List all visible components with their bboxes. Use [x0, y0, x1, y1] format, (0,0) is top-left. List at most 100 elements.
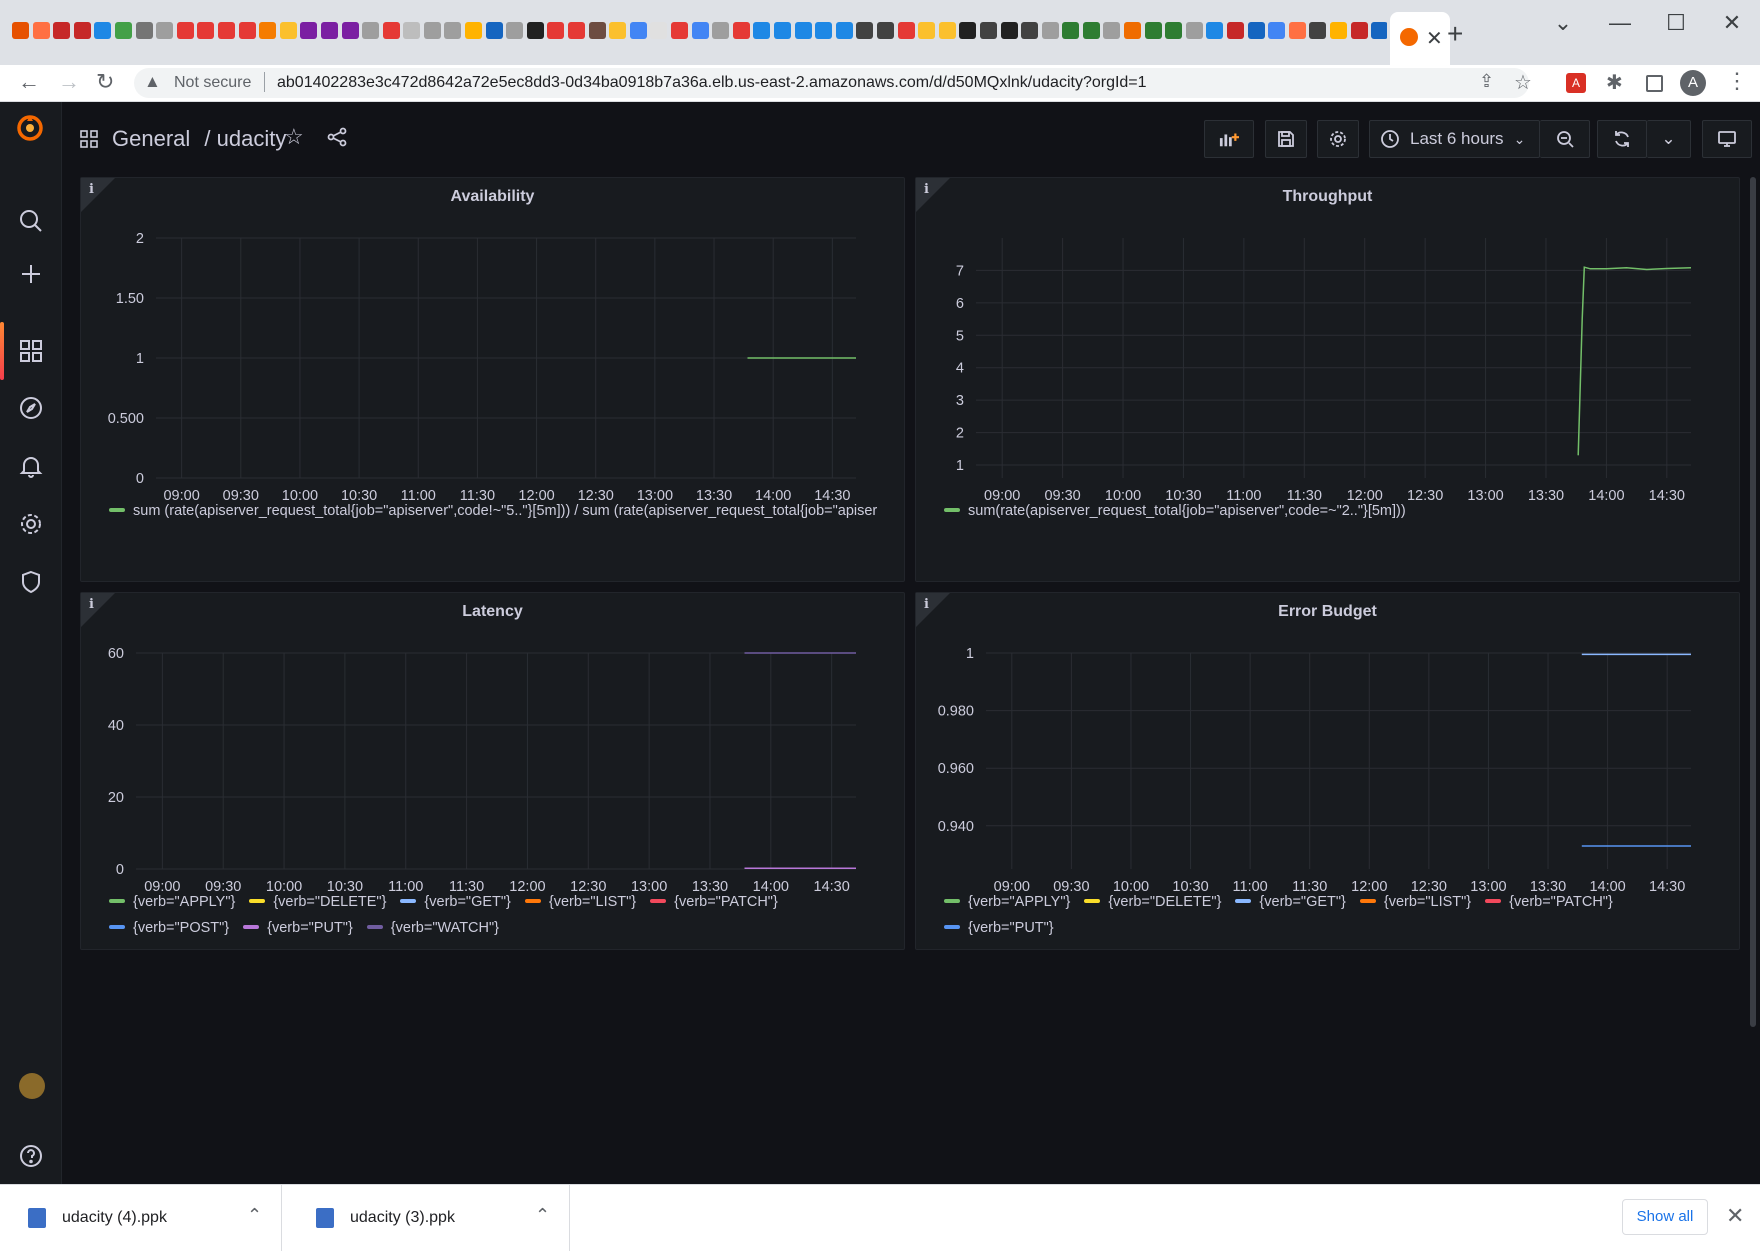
breadcrumb[interactable]: General / udacity: [112, 126, 286, 152]
legend-item[interactable]: {verb="DELETE"}: [1084, 889, 1221, 915]
search-icon[interactable]: [17, 207, 45, 235]
bookmark-favicon-icon[interactable]: [959, 22, 977, 40]
pdf-extension-icon[interactable]: A: [1566, 73, 1586, 93]
series-line[interactable]: [1577, 266, 1692, 456]
panel-availability[interactable]: i Availability 09:00 09:30 10:00 10:30 11:00…: [80, 177, 905, 582]
browser-menu-icon[interactable]: ⋮: [1726, 68, 1748, 93]
bookmark-favicon-icon[interactable]: [1309, 22, 1327, 40]
legend-item[interactable]: sum (rate(apiserver_request_total{job="a…: [109, 498, 877, 524]
bookmark-favicon-icon[interactable]: [94, 22, 112, 40]
bookmark-favicon-icon[interactable]: [794, 22, 812, 40]
bookmark-favicon-icon[interactable]: [114, 22, 132, 40]
bookmark-favicon-icon[interactable]: [506, 22, 524, 40]
bookmark-favicon-icon[interactable]: [526, 22, 544, 40]
save-dashboard-button[interactable]: [1265, 120, 1307, 158]
bookmark-favicon-icon[interactable]: [53, 22, 71, 40]
legend-item[interactable]: {verb="PATCH"}: [650, 889, 778, 915]
download-item[interactable]: udacity (4).ppk ⌃: [0, 1185, 282, 1251]
legend-item[interactable]: {verb="LIST"}: [524, 889, 636, 915]
legend-label[interactable]: {verb="LIST"}: [549, 894, 636, 910]
page-scrollbar[interactable]: [1750, 177, 1756, 1027]
bookmark-favicon-icon[interactable]: [1103, 22, 1121, 40]
legend-label[interactable]: {verb="APPLY"}: [968, 894, 1070, 910]
forward-icon[interactable]: →: [58, 69, 80, 95]
tab-search-chevron-icon[interactable]: ⌄: [1543, 10, 1583, 36]
bookmark-favicon-icon[interactable]: [938, 22, 956, 40]
download-filename[interactable]: udacity (4).ppk: [62, 1209, 167, 1227]
bookmark-favicon-icon[interactable]: [773, 22, 791, 40]
bookmark-favicon-icon[interactable]: [979, 22, 997, 40]
legend-item[interactable]: {verb="APPLY"}: [944, 889, 1070, 915]
bookmark-favicon-icon[interactable]: [732, 22, 750, 40]
mark-favorite-star-icon[interactable]: ☆: [284, 124, 304, 150]
bookmark-favicon-icon[interactable]: [1124, 22, 1142, 40]
window-close-button[interactable]: ✕: [1712, 10, 1752, 36]
new-tab-button[interactable]: +: [1447, 18, 1463, 50]
add-panel-button[interactable]: [1204, 120, 1254, 158]
user-avatar[interactable]: [19, 1073, 45, 1099]
bookmark-favicon-icon[interactable]: [1371, 22, 1387, 40]
legend-item[interactable]: {verb="GET"}: [400, 889, 511, 915]
bookmark-favicon-icon[interactable]: [403, 22, 421, 40]
configuration-gear-icon[interactable]: [17, 510, 45, 538]
maximize-button[interactable]: ☐: [1656, 10, 1696, 36]
bookmark-favicon-icon[interactable]: [485, 22, 503, 40]
bookmark-favicon-icon[interactable]: [423, 22, 441, 40]
legend-label[interactable]: {verb="LIST"}: [1384, 894, 1471, 910]
bookmark-favicon-icon[interactable]: [815, 22, 833, 40]
bookmark-favicon-icon[interactable]: [835, 22, 853, 40]
legend-label[interactable]: {verb="GET"}: [1259, 894, 1345, 910]
refresh-interval-dropdown[interactable]: ⌄: [1647, 120, 1691, 158]
breadcrumb-folder[interactable]: General: [112, 126, 190, 151]
bookmark-favicon-icon[interactable]: [176, 22, 194, 40]
legend-item[interactable]: sum(rate(apiserver_request_total{job="ap…: [944, 498, 1406, 524]
bookmark-favicon-icon[interactable]: [1021, 22, 1039, 40]
bookmark-favicon-icon[interactable]: [259, 22, 277, 40]
legend-item[interactable]: {verb="PUT"}: [243, 915, 353, 941]
legend-label[interactable]: {verb="WATCH"}: [391, 920, 499, 936]
bookmark-favicon-icon[interactable]: [547, 22, 565, 40]
show-all-downloads-button[interactable]: Show all: [1622, 1199, 1708, 1235]
active-tab[interactable]: ✕: [1390, 12, 1450, 65]
bookmark-favicon-icon[interactable]: [1350, 22, 1368, 40]
legend-label[interactable]: {verb="GET"}: [424, 894, 510, 910]
bookmark-favicon-icon[interactable]: [1000, 22, 1018, 40]
bookmark-favicon-icon[interactable]: [1288, 22, 1306, 40]
panel-latency[interactable]: i Latency 09:00 09:30 10:00 10:30 11:00 11:30…: [80, 592, 905, 950]
bookmark-favicon-icon[interactable]: [1062, 22, 1080, 40]
legend-item[interactable]: {verb="DELETE"}: [249, 889, 386, 915]
legend-item[interactable]: {verb="APPLY"}: [109, 889, 235, 915]
bookmark-favicon-icon[interactable]: [73, 22, 91, 40]
bookmark-favicon-icon[interactable]: [1268, 22, 1286, 40]
bookmark-favicon-icon[interactable]: [629, 22, 647, 40]
bookmark-favicon-icon[interactable]: [1082, 22, 1100, 40]
bookmark-favicon-icon[interactable]: [1206, 22, 1224, 40]
share-page-icon[interactable]: ⇪: [1479, 71, 1494, 92]
bookmark-favicon-icon[interactable]: [1144, 22, 1162, 40]
legend-label[interactable]: sum(rate(apiserver_request_total{job="ap…: [968, 503, 1406, 519]
bookmark-favicon-icon[interactable]: [897, 22, 915, 40]
back-icon[interactable]: ←: [18, 69, 40, 95]
legend-item[interactable]: {verb="LIST"}: [1359, 889, 1471, 915]
zoom-out-button[interactable]: [1540, 120, 1590, 158]
alerting-bell-icon[interactable]: [17, 452, 45, 480]
bookmark-favicon-icon[interactable]: [197, 22, 215, 40]
download-filename[interactable]: udacity (3).ppk: [350, 1209, 455, 1227]
bookmark-favicon-icon[interactable]: [156, 22, 174, 40]
bookmark-favicon-icon[interactable]: [1330, 22, 1347, 40]
bookmark-favicon-icon[interactable]: [609, 22, 627, 40]
tab-close-icon[interactable]: ✕: [1426, 26, 1443, 51]
bookmark-favicon-icon[interactable]: [444, 22, 462, 40]
bookmark-favicon-icon[interactable]: [1227, 22, 1245, 40]
bookmark-favicon-icon[interactable]: [588, 22, 606, 40]
address-bar[interactable]: ▲ Not secure ab01402283e3c472d8642a72e5e…: [134, 68, 1532, 98]
bookmark-favicon-icon[interactable]: [568, 22, 586, 40]
time-range-picker[interactable]: Last 6 hours ⌄: [1369, 120, 1540, 158]
bookmark-favicon-icon[interactable]: [135, 22, 153, 40]
dashboard-settings-button[interactable]: [1317, 120, 1359, 158]
bookmark-favicon-icon[interactable]: [753, 22, 771, 40]
help-icon[interactable]: [17, 1142, 45, 1170]
url-text[interactable]: ab01402283e3c472d8642a72e5ec8dd3-0d34ba0…: [277, 74, 1147, 92]
legend-item[interactable]: {verb="WATCH"}: [366, 915, 499, 941]
legend-item[interactable]: {verb="PUT"}: [944, 915, 1054, 941]
